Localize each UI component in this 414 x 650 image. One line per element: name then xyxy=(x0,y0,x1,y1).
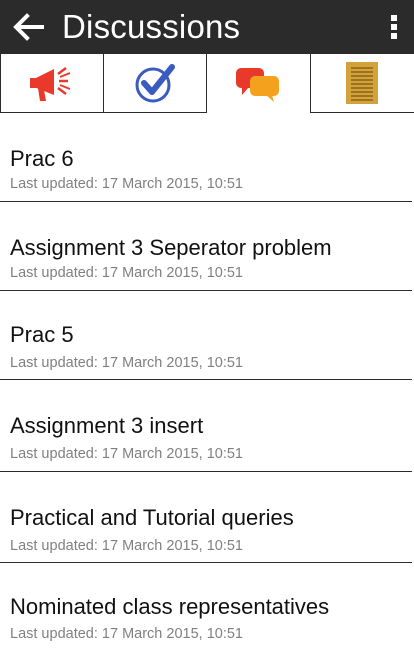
discussion-title: Prac 6 xyxy=(10,146,74,171)
back-button[interactable] xyxy=(0,0,58,54)
tab-notes[interactable] xyxy=(310,54,414,113)
discussion-title: Assignment 3 Seperator problem xyxy=(10,235,332,260)
discussion-title: Prac 5 xyxy=(10,322,74,347)
overflow-menu-button[interactable] xyxy=(374,0,414,54)
discussion-updated: Last updated: 17 March 2015, 10:51 xyxy=(10,626,243,642)
page-title: Discussions xyxy=(62,8,241,45)
megaphone-icon xyxy=(29,67,71,101)
discussion-updated: Last updated: 17 March 2015, 10:51 xyxy=(10,265,243,281)
list-item[interactable]: Practical and Tutorial queries Last upda… xyxy=(0,472,412,563)
discussion-updated: Last updated: 17 March 2015, 10:51 xyxy=(10,176,243,192)
list-item[interactable]: Assignment 3 Seperator problem Last upda… xyxy=(0,202,412,291)
discussion-updated: Last updated: 17 March 2015, 10:51 xyxy=(10,538,243,554)
tab-tasks[interactable] xyxy=(103,54,207,113)
notes-page-icon xyxy=(346,62,379,104)
back-arrow-icon xyxy=(13,13,44,41)
action-bar: Discussions xyxy=(0,0,414,54)
tab-discussions[interactable] xyxy=(207,54,311,113)
checkmark-circle-icon xyxy=(135,64,175,103)
tab-bar xyxy=(0,54,414,113)
list-item[interactable]: Prac 5 Last updated: 17 March 2015, 10:5… xyxy=(0,291,412,380)
discussion-updated: Last updated: 17 March 2015, 10:51 xyxy=(10,355,243,371)
chat-bubbles-icon xyxy=(236,67,280,102)
overflow-menu-icon xyxy=(391,15,397,39)
discussion-updated: Last updated: 17 March 2015, 10:51 xyxy=(10,446,243,462)
list-item[interactable]: Prac 6 Last updated: 17 March 2015, 10:5… xyxy=(0,113,412,202)
discussions-screen: Discussions Prac 6 Last updated: 17 Marc… xyxy=(0,0,414,650)
list-item[interactable]: Nominated class representatives Last upd… xyxy=(0,563,412,650)
tab-announcements[interactable] xyxy=(0,54,104,113)
discussion-title: Nominated class representatives xyxy=(10,594,330,619)
list-item[interactable]: Assignment 3 insert Last updated: 17 Mar… xyxy=(0,380,412,472)
discussion-title: Practical and Tutorial queries xyxy=(10,505,294,530)
discussion-title: Assignment 3 insert xyxy=(10,413,204,438)
